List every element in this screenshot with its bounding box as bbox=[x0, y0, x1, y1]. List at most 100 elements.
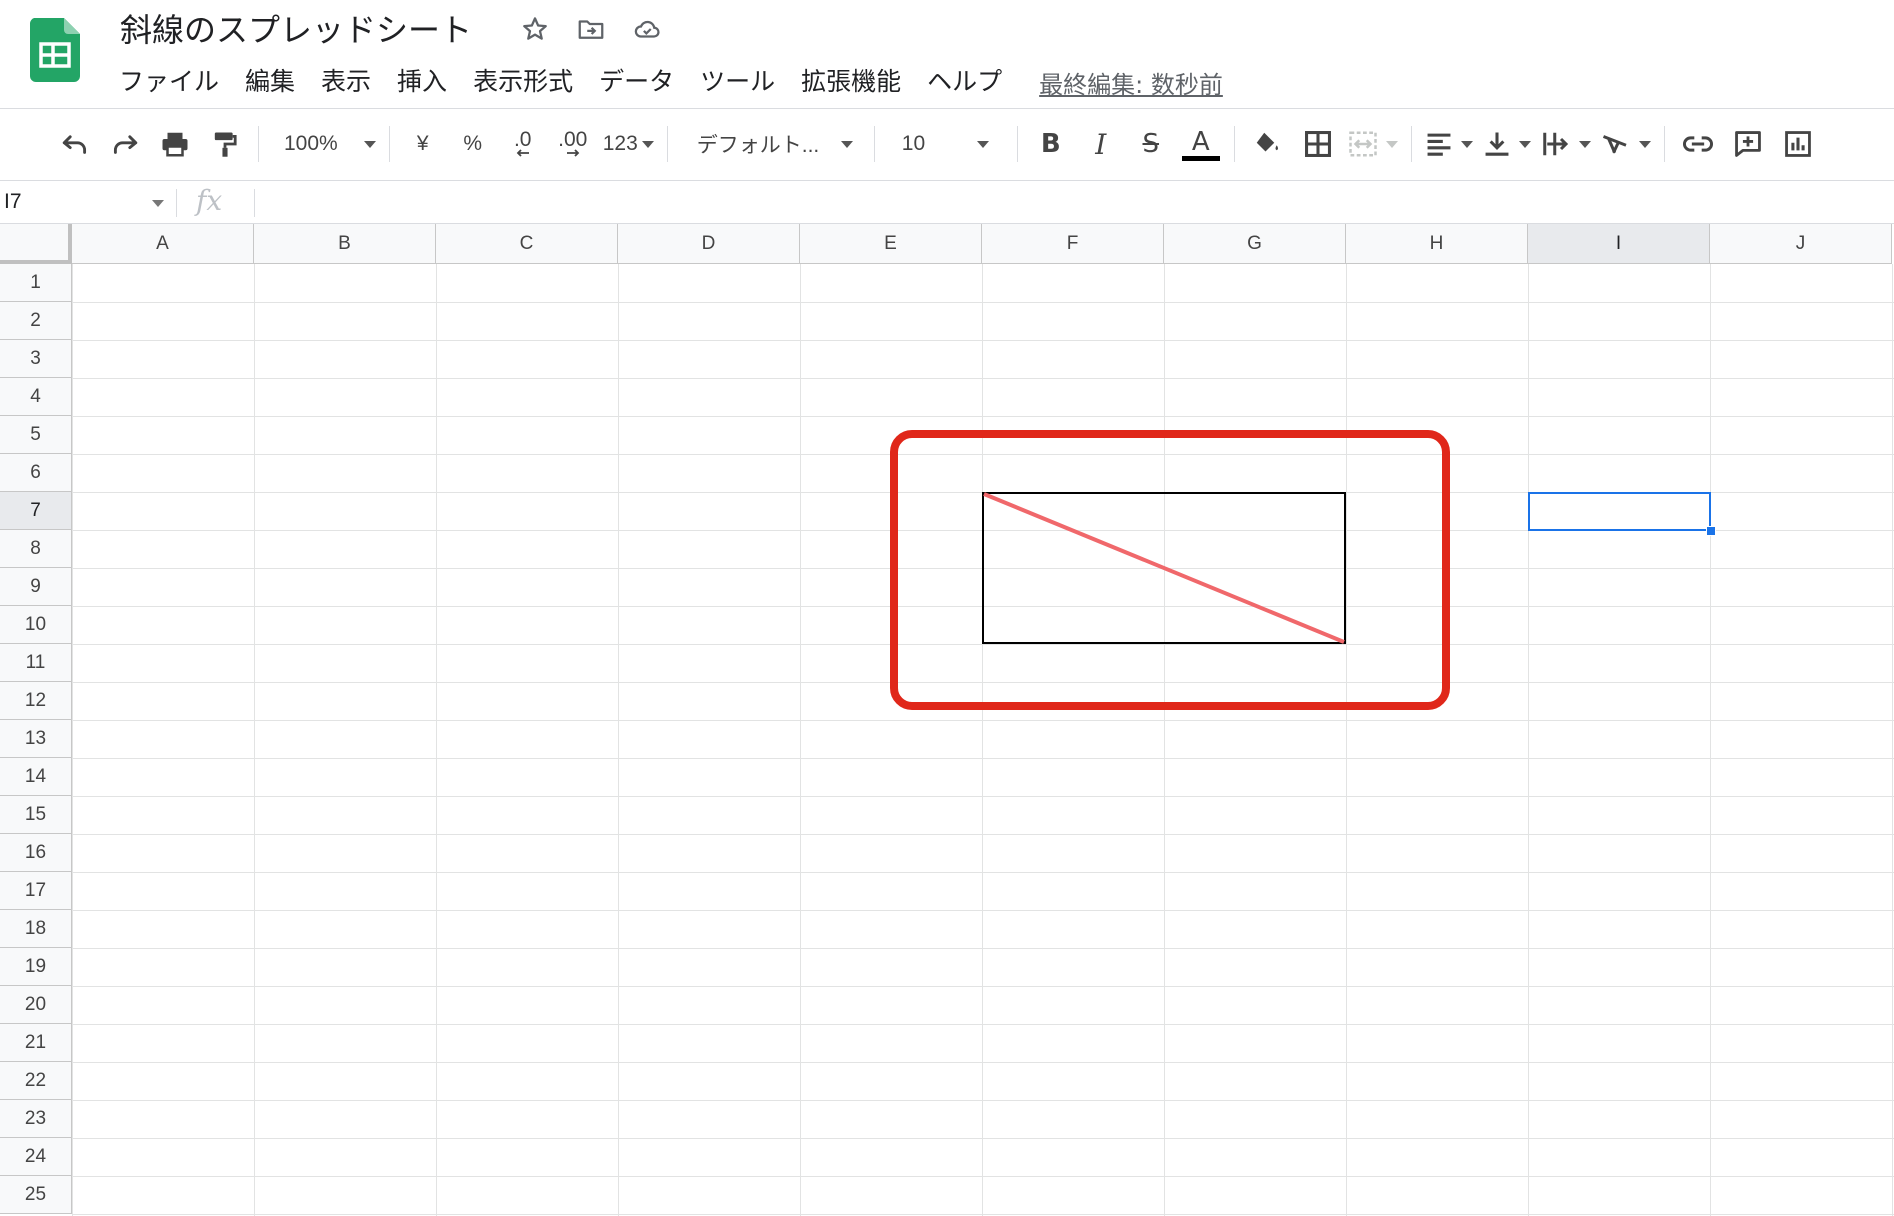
row-header-13[interactable]: 13 bbox=[0, 720, 72, 758]
insert-comment-button[interactable] bbox=[1728, 124, 1768, 164]
format-percent-button[interactable]: % bbox=[453, 124, 493, 164]
menu-tools[interactable]: ツール bbox=[687, 62, 788, 102]
row-header-12[interactable]: 12 bbox=[0, 682, 72, 720]
row-header-6[interactable]: 6 bbox=[0, 454, 72, 492]
row-header-4[interactable]: 4 bbox=[0, 378, 72, 416]
undo-button[interactable] bbox=[55, 124, 95, 164]
row-header-23[interactable]: 23 bbox=[0, 1100, 72, 1138]
menu-insert[interactable]: 挿入 bbox=[384, 62, 460, 102]
bold-label: B bbox=[1040, 129, 1061, 159]
row-header-1[interactable]: 1 bbox=[0, 264, 72, 302]
last-edit-link[interactable]: 最終編集: 数秒前 bbox=[1039, 65, 1223, 100]
insert-link-button[interactable] bbox=[1678, 124, 1718, 164]
more-formats-button[interactable]: 123 bbox=[603, 124, 654, 164]
formula-separator bbox=[254, 189, 255, 217]
column-header-h[interactable]: H bbox=[1346, 224, 1528, 264]
horizontal-align-button[interactable] bbox=[1425, 124, 1473, 164]
font-size-select[interactable]: 10 bbox=[888, 124, 1004, 164]
merge-cells-button[interactable] bbox=[1348, 124, 1398, 164]
row-header-2[interactable]: 2 bbox=[0, 302, 72, 340]
redo-button[interactable] bbox=[105, 124, 145, 164]
header-divider bbox=[0, 108, 1894, 109]
grid-line-horizontal bbox=[72, 948, 1894, 949]
row-header-3[interactable]: 3 bbox=[0, 340, 72, 378]
document-title[interactable]: 斜線のスプレッドシート bbox=[120, 10, 472, 50]
column-header-c[interactable]: C bbox=[436, 224, 618, 264]
column-header-g[interactable]: G bbox=[1164, 224, 1346, 264]
spreadsheet-grid[interactable]: A B C D E F G H I J 1 2 3 4 5 6 7 8 9 10 11 12 13 14 15 16 17 18 19 2… bbox=[0, 224, 1894, 1216]
row-header-18[interactable]: 18 bbox=[0, 910, 72, 948]
bold-button[interactable]: B bbox=[1031, 124, 1071, 164]
row-header-22[interactable]: 22 bbox=[0, 1062, 72, 1100]
link-icon bbox=[1682, 136, 1713, 152]
text-color-button[interactable]: A bbox=[1181, 124, 1221, 164]
row-header-14[interactable]: 14 bbox=[0, 758, 72, 796]
vertical-align-button[interactable] bbox=[1483, 124, 1531, 164]
strikethrough-label: S bbox=[1142, 129, 1160, 159]
menu-file[interactable]: ファイル bbox=[106, 62, 232, 102]
row-header-9[interactable]: 9 bbox=[0, 568, 72, 606]
row-header-21[interactable]: 21 bbox=[0, 1024, 72, 1062]
insert-chart-button[interactable] bbox=[1778, 124, 1818, 164]
menu-extensions[interactable]: 拡張機能 bbox=[788, 62, 914, 102]
align-bottom-icon bbox=[1485, 132, 1509, 156]
zoom-select[interactable]: 100% bbox=[272, 124, 376, 164]
cloud-saved-icon[interactable] bbox=[630, 12, 664, 46]
strikethrough-button[interactable]: S bbox=[1131, 124, 1171, 164]
italic-button[interactable]: I bbox=[1081, 124, 1121, 164]
borders-button[interactable] bbox=[1298, 124, 1338, 164]
paint-bucket-icon bbox=[1256, 132, 1278, 152]
row-header-17[interactable]: 17 bbox=[0, 872, 72, 910]
fill-color-button[interactable] bbox=[1248, 124, 1288, 164]
column-header-b[interactable]: B bbox=[254, 224, 436, 264]
text-color-label: A bbox=[1191, 126, 1210, 157]
font-select[interactable]: デフォルト... bbox=[681, 124, 861, 164]
row-header-7[interactable]: 7 bbox=[0, 492, 72, 530]
column-header-e[interactable]: E bbox=[800, 224, 982, 264]
menu-format[interactable]: 表示形式 bbox=[460, 62, 586, 102]
header: 斜線のスプレッドシート ファイル 編集 表示 挿入 表示形式 データ ツール 拡… bbox=[0, 0, 1894, 108]
row-header-5[interactable]: 5 bbox=[0, 416, 72, 454]
grid-line-horizontal bbox=[72, 1062, 1894, 1063]
select-all-corner[interactable] bbox=[0, 224, 72, 264]
row-header-10[interactable]: 10 bbox=[0, 606, 72, 644]
chevron-down-icon bbox=[1578, 140, 1591, 148]
grid-line-vertical bbox=[436, 264, 437, 1216]
move-to-folder-icon[interactable] bbox=[574, 12, 608, 46]
star-icon[interactable] bbox=[518, 12, 552, 46]
row-header-19[interactable]: 19 bbox=[0, 948, 72, 986]
row-header-11[interactable]: 11 bbox=[0, 644, 72, 682]
decrease-decimal-button[interactable]: .0 bbox=[503, 124, 543, 164]
menu-view[interactable]: 表示 bbox=[308, 62, 384, 102]
increase-decimal-button[interactable]: .00 bbox=[553, 124, 593, 164]
chevron-down-icon bbox=[1638, 140, 1651, 148]
chevron-down-icon bbox=[1385, 140, 1398, 148]
fill-handle[interactable] bbox=[1706, 526, 1716, 536]
menu-help[interactable]: ヘルプ bbox=[914, 62, 1015, 102]
row-header-20[interactable]: 20 bbox=[0, 986, 72, 1024]
text-wrap-button[interactable] bbox=[1541, 124, 1591, 164]
grid-line-horizontal bbox=[72, 378, 1894, 379]
menu-edit[interactable]: 編集 bbox=[232, 62, 308, 102]
row-header-25[interactable]: 25 bbox=[0, 1176, 72, 1214]
column-header-f[interactable]: F bbox=[982, 224, 1164, 264]
text-rotation-button[interactable] bbox=[1601, 124, 1651, 164]
column-header-i[interactable]: I bbox=[1528, 224, 1710, 264]
row-header-16[interactable]: 16 bbox=[0, 834, 72, 872]
selected-cell[interactable] bbox=[1528, 492, 1711, 531]
sheets-logo-icon[interactable] bbox=[29, 18, 81, 82]
menu-data[interactable]: データ bbox=[586, 62, 687, 102]
paint-format-button[interactable] bbox=[205, 124, 245, 164]
row-header-24[interactable]: 24 bbox=[0, 1138, 72, 1176]
print-button[interactable] bbox=[155, 124, 195, 164]
name-box[interactable]: I7 bbox=[4, 181, 172, 223]
row-header-15[interactable]: 15 bbox=[0, 796, 72, 834]
increase-decimal-label: .00 bbox=[558, 128, 588, 151]
column-header-j[interactable]: J bbox=[1710, 224, 1892, 264]
menu-bar: ファイル 編集 表示 挿入 表示形式 データ ツール 拡張機能 ヘルプ 最終編集… bbox=[106, 62, 1223, 102]
column-header-d[interactable]: D bbox=[618, 224, 800, 264]
row-header-8[interactable]: 8 bbox=[0, 530, 72, 568]
grid-line-horizontal bbox=[72, 720, 1894, 721]
format-currency-button[interactable]: ¥ bbox=[403, 124, 443, 164]
column-header-a[interactable]: A bbox=[72, 224, 254, 264]
